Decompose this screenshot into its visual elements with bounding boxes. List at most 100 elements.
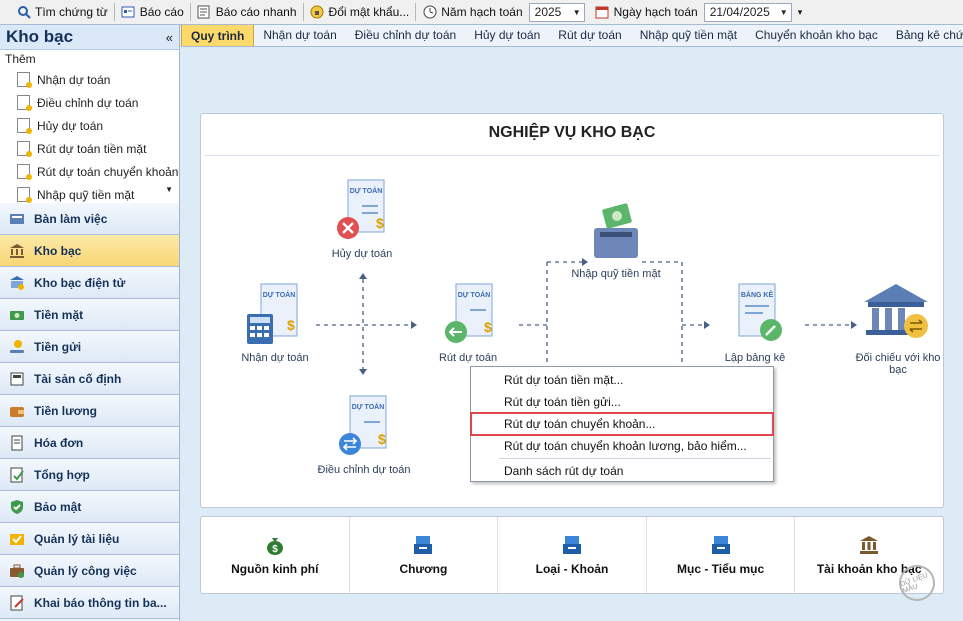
tab-payment-list[interactable]: Bảng kê chứng từ thanh to [887, 25, 963, 46]
node-receive-budget[interactable]: DỰ TOÁN $ Nhận dự toán [231, 282, 319, 364]
node-adjust-budget[interactable]: DỰ TOÁN $ Điều chỉnh dự toán [311, 394, 417, 476]
reconcile-bank-icon [864, 284, 928, 338]
node-withdraw-budget[interactable]: DỰ TOÁN $ Rút dự toán [423, 282, 513, 364]
nav-item-fixed-assets[interactable]: Tài sản cố định [0, 363, 179, 395]
category-funding-source[interactable]: $ Nguồn kinh phí [201, 517, 350, 593]
tab-workflow[interactable]: Quy trình [181, 25, 255, 46]
quick-add-list: Thêm Nhận dự toán Điều chỉnh dự toán Hủy… [0, 50, 179, 218]
doc-tag: DỰ TOÁN [350, 186, 383, 195]
node-cancel-budget[interactable]: DỰ TOÁN $ Hủy dự toán [319, 178, 405, 260]
asset-icon [8, 370, 26, 388]
svg-text:DỰ TOÁN: DỰ TOÁN [458, 290, 491, 299]
nav-item-e-treasury[interactable]: Kho bạc điện tử [0, 267, 179, 299]
list-tag: BẢNG KÊ [741, 290, 774, 299]
svg-text:DỰ TOÁN: DỰ TOÁN [352, 402, 385, 411]
nav-item-treasury[interactable]: Kho bạc [0, 235, 179, 267]
change-password-button[interactable]: Đổi mật khẩu... [304, 0, 416, 25]
dollar-glyph: $ [376, 215, 384, 231]
add-header: Thêm [5, 52, 36, 66]
main-content: NGHIỆP VỤ KHO BẠC DỰ TOÁN $ Hủy dự toán … [181, 48, 963, 621]
nav-item-security[interactable]: Bảo mật [0, 491, 179, 523]
tab-withdraw-budget[interactable]: Rút dự toán [549, 25, 630, 46]
desk-icon [8, 210, 26, 228]
svg-text:$: $ [287, 317, 295, 333]
nav-item-documents[interactable]: Quản lý tài liệu [0, 523, 179, 555]
cash-icon [8, 306, 26, 324]
quick-report-button[interactable]: Báo cáo nhanh [191, 0, 303, 25]
search-icon [16, 5, 31, 20]
document-icon [17, 187, 32, 203]
category-section-subsection[interactable]: Mục - Tiểu mục [647, 517, 796, 593]
tab-cash-deposit[interactable]: Nhập quỹ tiền mặt [631, 25, 746, 46]
nav-item-tasks[interactable]: Quản lý công việc [0, 555, 179, 587]
left-panel: Kho bạc « Thêm Nhận dự toán Điều chỉnh d… [0, 25, 180, 621]
document-icon [17, 141, 32, 157]
edit-document-icon [8, 594, 26, 612]
document-icon [17, 95, 32, 111]
money-bag-icon: $ [266, 537, 283, 555]
category-chapter[interactable]: Chương [350, 517, 499, 593]
calendar-icon [595, 5, 610, 20]
left-panel-header: Kho bạc « [0, 25, 179, 50]
menu-item-withdraw-list[interactable]: Danh sách rút dự toán [471, 460, 773, 482]
node-list-statement[interactable]: BẢNG KÊ Lập bảng kê [707, 282, 803, 364]
nav-item-info-declaration[interactable]: Khai báo thông tin ba... [0, 587, 179, 619]
category-bar: $ Nguồn kinh phí Chương Loại - Khoản Mục… [200, 516, 944, 594]
svg-text:$: $ [484, 319, 492, 335]
cash-deposit-icon [594, 203, 638, 258]
module-nav: Bàn làm việc Kho bạc Kho bạc điện tử Tiề… [0, 203, 179, 619]
quick-report-icon [197, 5, 212, 20]
e-bank-icon [8, 274, 26, 292]
module-title: Kho bạc [6, 27, 74, 46]
tab-treasury-transfer[interactable]: Chuyển khoản kho bạc [746, 25, 887, 46]
report-button[interactable]: Báo cáo [115, 0, 190, 25]
clock-icon [422, 5, 437, 20]
menu-item-withdraw-transfer[interactable]: Rút dự toán chuyển khoản... [470, 412, 774, 436]
report-icon [121, 5, 136, 20]
nav-item-workspace[interactable]: Bàn làm việc [0, 203, 179, 235]
tab-cancel-budget[interactable]: Hủy dự toán [465, 25, 549, 46]
shield-icon [8, 498, 26, 516]
node-reconcile[interactable]: Đối chiếu với kho bạc [851, 282, 945, 376]
nav-item-summary[interactable]: Tổng hợp [0, 459, 179, 491]
document-icon [17, 164, 32, 180]
chevron-down-icon: ▼ [572, 7, 581, 17]
scroll-down-icon[interactable]: ▼ [165, 185, 173, 194]
statement-icon: BẢNG KÊ [738, 283, 782, 341]
tab-adjust-budget[interactable]: Điều chỉnh dự toán [346, 25, 465, 46]
adjust-budget-icon: DỰ TOÁN $ [339, 395, 387, 455]
document-icon [17, 118, 32, 134]
nav-item-deposit[interactable]: Tiền gửi [0, 331, 179, 363]
quick-item-cancel-budget[interactable]: Hủy dự toán [0, 114, 179, 137]
tab-receive-budget[interactable]: Nhận dự toán [254, 25, 345, 46]
svg-text:DỰ TOÁN: DỰ TOÁN [263, 290, 296, 299]
nav-item-invoice[interactable]: Hóa đơn [0, 427, 179, 459]
menu-item-withdraw-cash[interactable]: Rút dự toán tiền mặt... [471, 369, 773, 391]
search-voucher-button[interactable]: Tìm chứng từ [0, 0, 114, 25]
bank-icon [8, 242, 26, 260]
receive-budget-icon: DỰ TOÁN $ [247, 283, 298, 344]
menu-item-withdraw-transfer-salary[interactable]: Rút dự toán chuyển khoản lương, bảo hiểm… [471, 435, 773, 457]
nav-item-salary[interactable]: Tiền lương [0, 395, 179, 427]
coin-hand-icon [8, 338, 26, 356]
category-type-item[interactable]: Loại - Khoản [498, 517, 647, 593]
wallet-icon [8, 402, 26, 420]
toolbar-overflow-button[interactable]: ▾ [796, 0, 805, 25]
collapse-icon[interactable]: « [166, 30, 173, 45]
quick-item-withdraw-transfer[interactable]: Rút dự toán chuyển khoản [0, 160, 179, 183]
chevron-down-icon: ▼ [779, 7, 788, 17]
fiscal-year-select[interactable]: 2025 ▼ [528, 2, 585, 22]
invoice-icon [8, 434, 26, 452]
nav-item-cash[interactable]: Tiền mặt [0, 299, 179, 331]
briefcase-icon [8, 562, 26, 580]
menu-item-withdraw-deposit[interactable]: Rút dự toán tiền gửi... [471, 391, 773, 413]
quick-item-adjust-budget[interactable]: Điều chỉnh dự toán [0, 91, 179, 114]
svg-text:$: $ [378, 431, 386, 447]
tray-icon [414, 535, 433, 554]
quick-item-withdraw-cash[interactable]: Rút dự toán tiền mặt [0, 137, 179, 160]
node-cash-deposit[interactable]: Nhập quỹ tiền mặt [564, 202, 668, 280]
cancel-budget-icon: DỰ TOÁN $ [337, 179, 385, 239]
posting-date-picker[interactable]: 21/04/2025 ▼ [703, 2, 792, 22]
quick-item-receive-budget[interactable]: Nhận dự toán [0, 68, 179, 91]
tab-bar: Quy trình Nhận dự toán Điều chỉnh dự toá… [181, 25, 963, 47]
